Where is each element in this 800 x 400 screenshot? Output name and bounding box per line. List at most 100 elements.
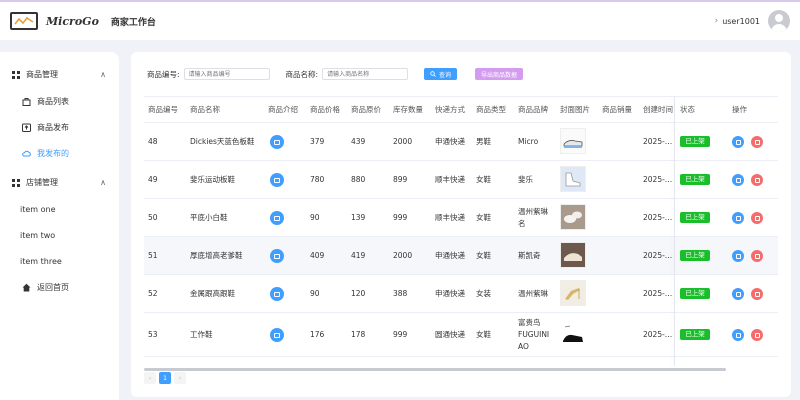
edit-button[interactable] bbox=[732, 212, 744, 224]
sidebar-group-shop[interactable]: 店铺管理 ∧ bbox=[12, 177, 110, 188]
intro-image-button[interactable] bbox=[270, 211, 284, 225]
intro-image-button[interactable] bbox=[270, 328, 284, 342]
cell-name: 工作鞋 bbox=[190, 330, 213, 339]
sidebar-item-label: 我发布的 bbox=[37, 149, 69, 158]
sidebar-item-one[interactable]: item one bbox=[20, 205, 56, 214]
intro-image-button[interactable] bbox=[270, 135, 284, 149]
cover-thumbnail[interactable] bbox=[560, 242, 586, 268]
delete-button[interactable] bbox=[751, 288, 763, 300]
header-intro: 商品介绍 bbox=[268, 105, 298, 114]
edit-button[interactable] bbox=[732, 329, 744, 341]
bag-icon bbox=[22, 98, 31, 106]
avatar[interactable] bbox=[768, 10, 790, 32]
cover-thumbnail[interactable] bbox=[560, 166, 586, 192]
sidebar-item-product-list[interactable]: 商品列表 bbox=[22, 96, 69, 107]
chevron-up-icon: ∧ bbox=[100, 70, 106, 79]
user-menu[interactable]: › user1001 bbox=[715, 10, 790, 32]
edit-button[interactable] bbox=[732, 250, 744, 262]
table-row: 52 金属跟高跟鞋 90 120 388 申通快递 女装 温州紫琳 2025-…… bbox=[144, 275, 778, 313]
cell-ship: 申通快递 bbox=[435, 289, 465, 298]
delete-button[interactable] bbox=[751, 329, 763, 341]
app-subtitle: 商家工作台 bbox=[110, 17, 156, 28]
edit-button[interactable] bbox=[732, 136, 744, 148]
cell-time: 2025-… bbox=[643, 137, 673, 146]
prev-page-button[interactable]: ‹ bbox=[144, 372, 156, 384]
cover-thumbnail[interactable] bbox=[560, 321, 586, 347]
cell-orig: 178 bbox=[351, 330, 366, 339]
intro-image-button[interactable] bbox=[270, 173, 284, 187]
cell-price: 90 bbox=[310, 213, 320, 222]
pagination: ‹ 1 › bbox=[144, 372, 186, 384]
grid-icon bbox=[12, 70, 20, 79]
edit-button[interactable] bbox=[732, 288, 744, 300]
name-label: 商品名称: bbox=[285, 69, 319, 79]
cloud-icon bbox=[22, 150, 31, 157]
sidebar-item-product-publish[interactable]: 商品发布 bbox=[22, 122, 69, 133]
delete-button[interactable] bbox=[751, 212, 763, 224]
sidebar-item-home[interactable]: 返回首页 bbox=[22, 282, 69, 293]
cell-id: 51 bbox=[148, 251, 158, 260]
delete-button[interactable] bbox=[751, 250, 763, 262]
image-icon bbox=[274, 291, 280, 297]
sidebar-item-three[interactable]: item three bbox=[20, 257, 62, 266]
cell-type: 女鞋 bbox=[476, 330, 491, 339]
cover-thumbnail[interactable] bbox=[560, 280, 586, 306]
cell-time: 2025-… bbox=[643, 213, 673, 222]
sidebar-item-two[interactable]: item two bbox=[20, 231, 55, 240]
status-badge: 已上架 bbox=[680, 212, 710, 223]
logo-icon bbox=[10, 12, 38, 30]
cell-stock: 388 bbox=[393, 289, 408, 298]
trash-icon bbox=[754, 332, 760, 338]
cell-name: 厚底增高老爹鞋 bbox=[190, 251, 243, 260]
table-row: 51 厚底增高老爹鞋 409 419 2000 申通快递 女鞋 斯凯奇 2025… bbox=[144, 237, 778, 275]
trash-icon bbox=[754, 177, 760, 183]
export-button[interactable]: 导出商品数据 bbox=[475, 68, 524, 80]
cell-id: 53 bbox=[148, 330, 158, 339]
intro-image-button[interactable] bbox=[270, 249, 284, 263]
sidebar-group-product[interactable]: 商品管理 ∧ bbox=[12, 69, 110, 80]
header-time: 创建时间 bbox=[643, 105, 673, 114]
page-number-button[interactable]: 1 bbox=[159, 372, 171, 384]
sidebar-item-label: 返回首页 bbox=[37, 283, 69, 292]
edit-button[interactable] bbox=[732, 174, 744, 186]
delete-button[interactable] bbox=[751, 136, 763, 148]
header-status: 状态 bbox=[680, 105, 695, 114]
header-orig: 商品原价 bbox=[351, 105, 381, 114]
horizontal-scrollbar[interactable] bbox=[144, 368, 726, 371]
cell-price: 379 bbox=[310, 137, 325, 146]
cell-ship: 申通快递 bbox=[435, 137, 465, 146]
filter-bar: 商品编号: 商品名称: 查询 导出商品数据 bbox=[147, 68, 524, 80]
search-button[interactable]: 查询 bbox=[424, 68, 458, 80]
cell-orig: 139 bbox=[351, 213, 366, 222]
cell-time: 2025-… bbox=[643, 330, 673, 339]
cell-id: 48 bbox=[148, 137, 158, 146]
cell-ship: 顺丰快递 bbox=[435, 175, 465, 184]
header-stock: 库存数量 bbox=[393, 105, 423, 114]
cell-name: 平底小白鞋 bbox=[190, 213, 228, 222]
cell-price: 409 bbox=[310, 251, 325, 260]
cell-stock: 999 bbox=[393, 213, 408, 222]
table-header: 商品编号 商品名称 商品介绍 商品价格 商品原价 库存数量 快递方式 商品类型 … bbox=[144, 97, 778, 123]
table-row: 53 工作鞋 176 178 999 圆通快递 女鞋 富贵鸟 FUGUINI A… bbox=[144, 313, 778, 357]
main-panel: 商品编号: 商品名称: 查询 导出商品数据 商品编号 商品名称 商品介绍 商品价… bbox=[131, 52, 791, 397]
cell-orig: 439 bbox=[351, 137, 366, 146]
delete-button[interactable] bbox=[751, 174, 763, 186]
code-label: 商品编号: bbox=[147, 69, 180, 79]
status-badge: 已上架 bbox=[680, 136, 710, 147]
cell-orig: 419 bbox=[351, 251, 366, 260]
cell-orig: 120 bbox=[351, 289, 366, 298]
cell-type: 女装 bbox=[476, 289, 491, 298]
next-page-button[interactable]: › bbox=[174, 372, 186, 384]
edit-icon bbox=[735, 332, 741, 338]
chevron-up-icon: ∧ bbox=[100, 178, 106, 187]
product-name-input[interactable] bbox=[322, 68, 409, 80]
cover-thumbnail[interactable] bbox=[560, 204, 586, 230]
table-row: 50 平底小白鞋 90 139 999 顺丰快递 女鞋 温州紫琳 名 2025-… bbox=[144, 199, 778, 237]
product-code-input[interactable] bbox=[183, 68, 270, 80]
cover-thumbnail[interactable] bbox=[560, 128, 586, 154]
cell-brand-line2: 名 bbox=[518, 219, 526, 228]
cell-stock: 999 bbox=[393, 330, 408, 339]
sidebar-item-my-published[interactable]: 我发布的 bbox=[22, 148, 69, 159]
upload-box-icon bbox=[22, 123, 31, 132]
intro-image-button[interactable] bbox=[270, 287, 284, 301]
